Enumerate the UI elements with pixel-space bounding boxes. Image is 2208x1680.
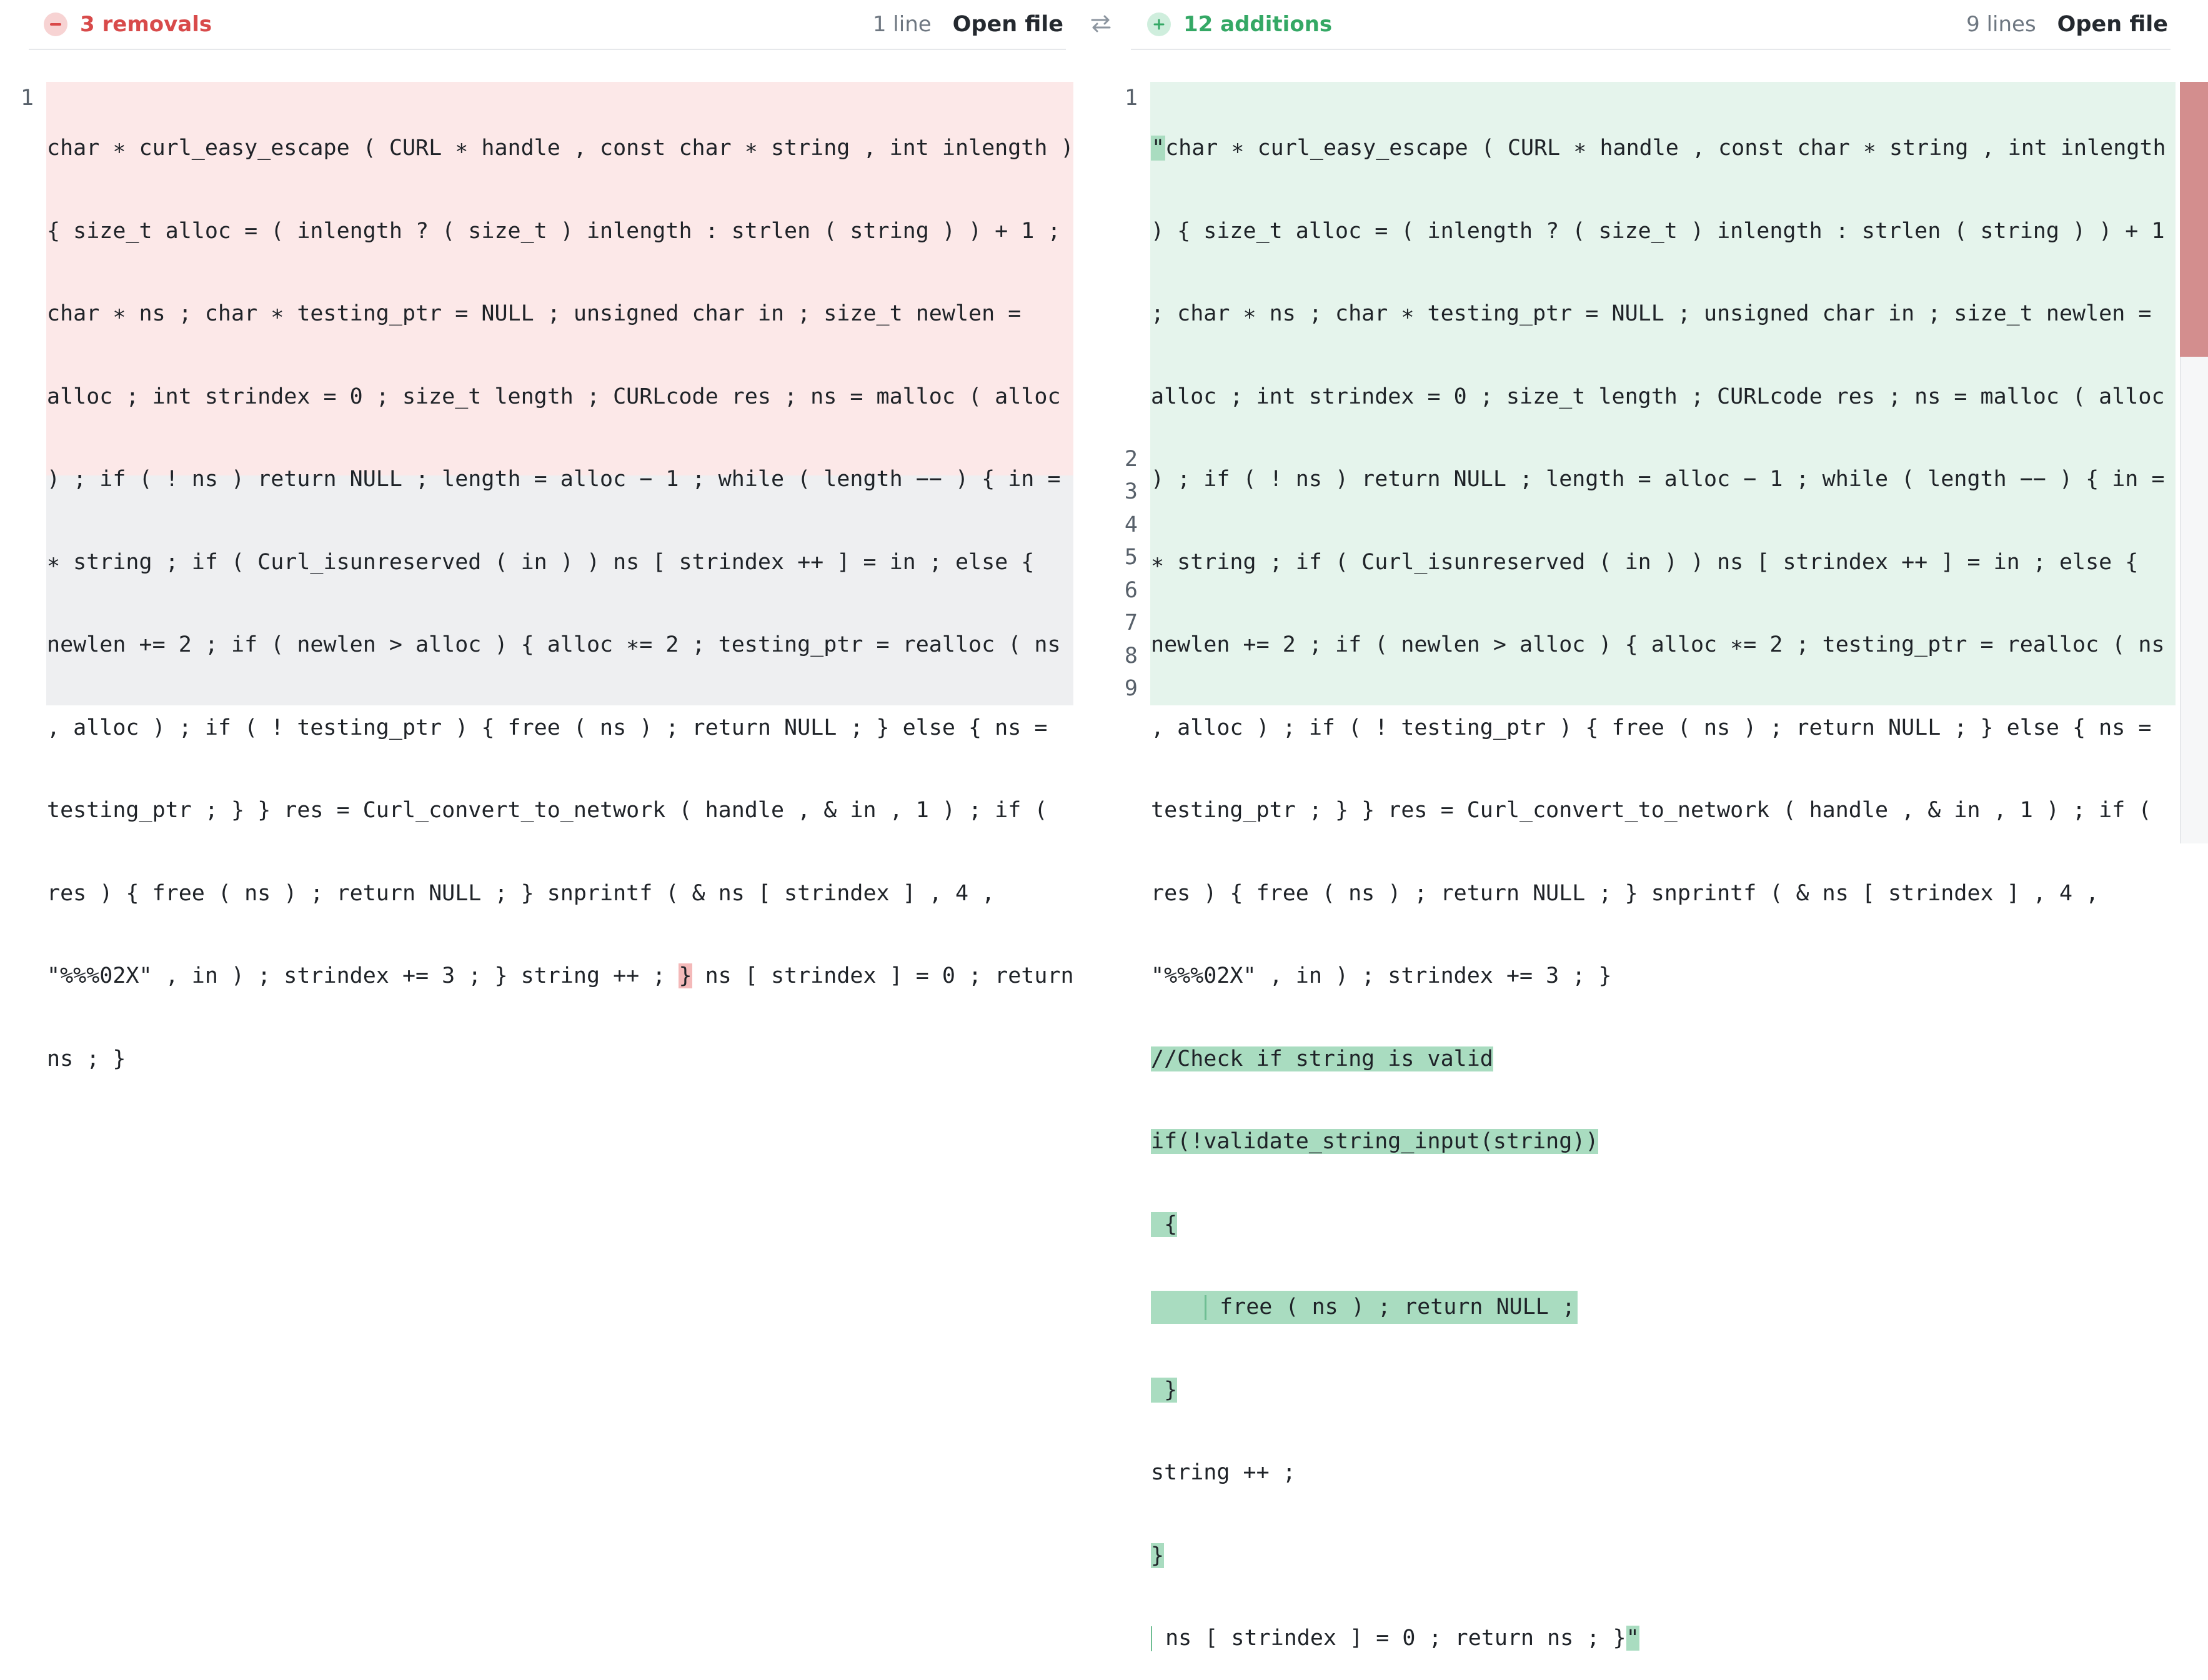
added-validation-check: if(!validate_string_input(string)) xyxy=(1151,1129,1599,1154)
removals-header: 3 removals 1 line Open file xyxy=(29,0,1066,50)
code-line: , alloc ) ; if ( ! testing_ptr ) { free … xyxy=(1151,715,2152,740)
added-lines-count: 9 lines xyxy=(1966,12,2036,37)
line-number: 1 xyxy=(20,86,34,111)
code-line: , alloc ) ; if ( ! testing_ptr ) { free … xyxy=(47,715,1048,740)
code-line: ∗ string ; if ( Curl_isunreserved ( in )… xyxy=(47,549,1035,575)
code-line: } xyxy=(1151,1539,2166,1573)
code-line: ) ; if ( ! ns ) return NULL ; length = a… xyxy=(47,467,1061,492)
code-line: newlen += 2 ; if ( newlen > alloc ) { al… xyxy=(1151,632,2165,657)
removed-lines-count: 1 line xyxy=(872,12,932,37)
right-line-numbers: 1 2 3 4 5 6 7 8 9 xyxy=(1113,82,1138,705)
code-line: char ∗ ns ; char ∗ testing_ptr = NULL ; … xyxy=(47,301,1022,326)
open-file-button-right[interactable]: Open file xyxy=(2057,12,2168,37)
line-number: 8 xyxy=(1124,643,1138,669)
code-segment: ns [ strindex ] = 0 ; return ns ; } xyxy=(1152,1626,1626,1651)
code-line: "char ∗ curl_easy_escape ( CURL ∗ handle… xyxy=(1151,132,2166,165)
code-line: string ++ ; xyxy=(1151,1460,1296,1485)
line-number: 5 xyxy=(1124,545,1138,570)
removals-count: 3 removals xyxy=(80,12,212,37)
code-line: "%%%02X" , in ) ; strindex += 3 ; } xyxy=(1151,963,1612,988)
code-line: testing_ptr ; } } res = Curl_convert_to_… xyxy=(1151,798,2152,823)
code-line: if(!validate_string_input(string)) xyxy=(1151,1125,2166,1158)
code-line: ) { size_t alloc = ( inlength ? ( size_t… xyxy=(1151,218,2165,244)
line-number: 7 xyxy=(1124,610,1138,635)
code-line: testing_ptr ; } } res = Curl_convert_to_… xyxy=(47,798,1048,823)
code-line: ns ; } xyxy=(47,1046,126,1071)
added-close-brace: } xyxy=(1151,1377,1178,1403)
line-number: 9 xyxy=(1124,676,1138,701)
code-line: ∗ string ; if ( Curl_isunreserved ( in )… xyxy=(1151,549,2139,575)
indent-guide xyxy=(1151,1295,1206,1320)
open-file-button-left[interactable]: Open file xyxy=(953,12,1063,37)
code-line: alloc ; int strindex = 0 ; size_t length… xyxy=(47,384,1061,409)
added-open-brace: { xyxy=(1151,1211,1178,1237)
code-segment: ns [ strindex ] = 0 ; return xyxy=(692,963,1074,988)
code-line: } xyxy=(1151,1374,2166,1407)
minus-circle-icon xyxy=(44,12,67,36)
plus-circle-icon xyxy=(1147,12,1171,36)
added-comment: //Check if string is valid xyxy=(1151,1046,1493,1071)
code-line: free ( ns ) ; return NULL ; xyxy=(1151,1291,2166,1324)
code-line: res ) { free ( ns ) ; return NULL ; } sn… xyxy=(47,880,995,906)
code-line: //Check if string is valid xyxy=(1151,1043,2166,1076)
added-brace: } xyxy=(1151,1543,1165,1568)
added-quote: " xyxy=(1626,1626,1639,1651)
code-segment: " xyxy=(1151,136,1166,161)
code-line: newlen += 2 ; if ( newlen > alloc ) { al… xyxy=(47,632,1061,657)
code-line: { xyxy=(1151,1208,2166,1241)
code-line: ns [ strindex ] = 0 ; return ns ; }" xyxy=(1151,1622,2166,1655)
code-segment: "%%%02X" , in ) ; strindex += 3 ; } stri… xyxy=(47,963,679,988)
additions-count: 12 additions xyxy=(1183,12,1333,37)
code-segment: char ∗ curl_easy_escape ( CURL ∗ handle … xyxy=(1165,136,2166,161)
code-line: "%%%02X" , in ) ; strindex += 3 ; } stri… xyxy=(47,960,1074,993)
code-line: res ) { free ( ns ) ; return NULL ; } sn… xyxy=(1151,880,2099,906)
swap-arrows-icon[interactable] xyxy=(1087,10,1115,37)
code-line: char ∗ curl_easy_escape ( CURL ∗ handle … xyxy=(47,136,1074,161)
line-number: 6 xyxy=(1124,577,1138,603)
line-number: 3 xyxy=(1124,479,1138,504)
line-number: 4 xyxy=(1124,512,1138,537)
left-line-numbers: 1 xyxy=(9,82,34,115)
removed-code[interactable]: char ∗ curl_easy_escape ( CURL ∗ handle … xyxy=(47,82,1074,1100)
code-line: ) ; if ( ! ns ) return NULL ; length = a… xyxy=(1151,467,2165,492)
code-line: { size_t alloc = ( inlength ? ( size_t )… xyxy=(47,218,1061,244)
line-number: 2 xyxy=(1124,446,1138,472)
additions-header: 12 additions 9 lines Open file xyxy=(1131,0,2171,50)
code-line: alloc ; int strindex = 0 ; size_t length… xyxy=(1151,384,2165,409)
scrollbar-thumb[interactable] xyxy=(2180,82,2208,357)
removed-brace: } xyxy=(679,963,692,988)
added-free-return: free ( ns ) ; return NULL ; xyxy=(1206,1295,1576,1320)
line-number: 1 xyxy=(1124,86,1138,111)
code-line: ; char ∗ ns ; char ∗ testing_ptr = NULL … xyxy=(1151,301,2152,326)
added-code[interactable]: "char ∗ curl_easy_escape ( CURL ∗ handle… xyxy=(1151,82,2166,1680)
